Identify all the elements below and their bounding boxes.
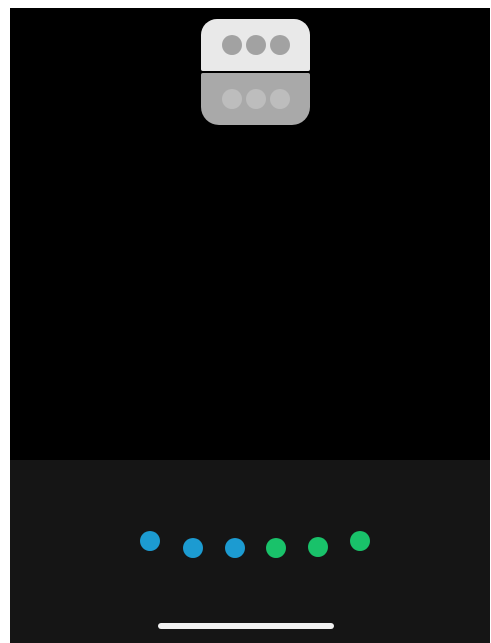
page-dot-6[interactable] bbox=[350, 531, 370, 551]
page-dot-1[interactable] bbox=[140, 531, 160, 551]
dot-icon bbox=[221, 89, 242, 109]
phone-screen bbox=[10, 8, 490, 643]
dot-icon bbox=[245, 35, 266, 55]
dot-icon bbox=[269, 89, 290, 109]
dot-icon bbox=[221, 35, 242, 55]
more-options-top-button[interactable] bbox=[201, 19, 310, 71]
page-dot-2[interactable] bbox=[183, 538, 203, 558]
dot-icon bbox=[245, 89, 266, 109]
bottom-panel bbox=[10, 460, 490, 643]
page-dot-5[interactable] bbox=[308, 537, 328, 557]
page-dot-4[interactable] bbox=[266, 538, 286, 558]
page-dot-3[interactable] bbox=[225, 538, 245, 558]
home-indicator[interactable] bbox=[158, 623, 334, 629]
more-options-bottom-button[interactable] bbox=[201, 73, 310, 125]
dot-icon bbox=[269, 35, 290, 55]
